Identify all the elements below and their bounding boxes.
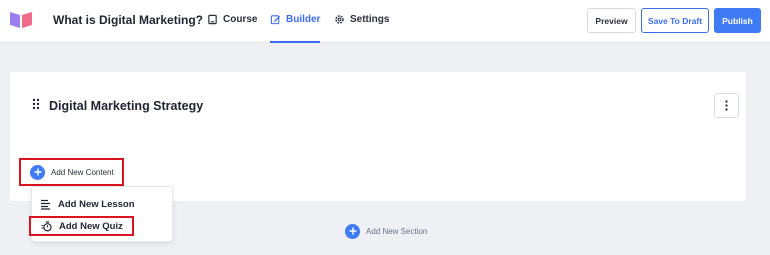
preview-button[interactable]: Preview: [587, 8, 636, 33]
lesson-icon: [41, 199, 50, 210]
logo-book-icon: [10, 12, 32, 28]
gear-icon: [335, 15, 344, 24]
add-new-quiz-item[interactable]: Add New Quiz: [29, 216, 134, 236]
tab-builder-label: Builder: [286, 14, 321, 25]
publish-button[interactable]: Publish: [714, 8, 761, 33]
drag-handle-icon[interactable]: [32, 98, 40, 110]
add-new-content-button[interactable]: Add New Content: [19, 158, 124, 186]
kebab-menu-icon: [725, 100, 728, 111]
add-new-quiz-label: Add New Quiz: [59, 220, 123, 232]
add-content-dropdown: Add New Lesson Add New Quiz: [29, 186, 173, 242]
tab-settings-label: Settings: [350, 14, 390, 25]
plus-icon: [345, 223, 360, 239]
tab-course[interactable]: Course: [207, 14, 257, 43]
tab-settings[interactable]: Settings: [334, 14, 389, 43]
add-new-content-label: Add New Content: [51, 167, 114, 177]
edit-icon: [270, 15, 281, 25]
add-new-section-label: Add New Section: [366, 226, 428, 236]
section-title: Digital Marketing Strategy: [49, 99, 204, 113]
tab-course-label: Course: [223, 14, 258, 25]
top-bar: What is Digital Marketing? Course Builde…: [0, 0, 770, 43]
save-to-draft-button[interactable]: Save To Draft: [641, 8, 709, 33]
add-new-section-button[interactable]: Add New Section: [345, 223, 427, 239]
course-title: What is Digital Marketing?: [53, 13, 204, 27]
section-options-button[interactable]: [714, 93, 739, 118]
add-new-lesson-item[interactable]: Add New Lesson: [40, 195, 135, 213]
book-icon: [208, 14, 217, 25]
add-new-lesson-label: Add New Lesson: [58, 198, 135, 210]
quiz-timer-icon: [41, 220, 52, 232]
tab-builder[interactable]: Builder: [270, 14, 321, 43]
plus-icon: [30, 164, 45, 180]
